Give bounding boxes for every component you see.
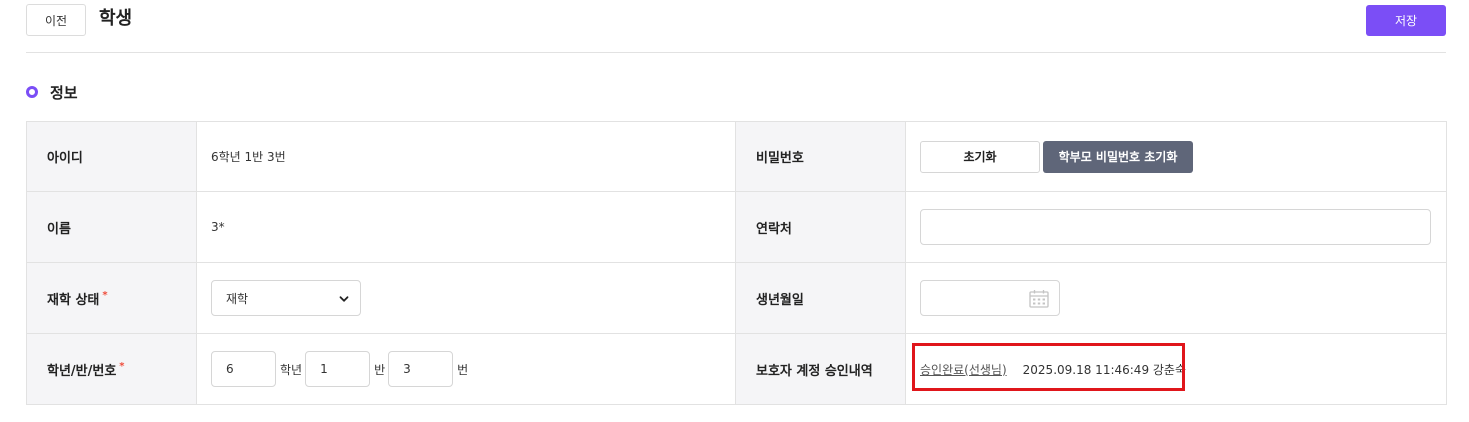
- grade-label: 학년/반/번호: [47, 363, 117, 379]
- prev-button[interactable]: 이전: [26, 4, 86, 36]
- table-row: 학년/반/번호 * 6 학년 1 반 3 번 보호자 계정 승인내역 승인완료(선…: [26, 333, 1447, 405]
- reset-parent-password-button[interactable]: 학부모 비밀번호 초기화: [1043, 140, 1193, 173]
- grade-unit: 학년: [280, 362, 303, 377]
- ring-icon: [26, 86, 38, 98]
- number-unit: 번: [457, 362, 469, 377]
- page-title: 학생: [99, 8, 133, 29]
- grade-label-cell: 학년/반/번호 *: [26, 333, 197, 405]
- required-mark: *: [102, 290, 108, 302]
- id-value: 6학년 1반 3번: [196, 121, 736, 192]
- status-cell: 재학: [196, 262, 736, 334]
- section-header: 정보: [26, 80, 78, 104]
- chevron-down-icon: [339, 296, 349, 302]
- status-label: 재학 상태: [47, 292, 100, 308]
- contact-cell: [905, 191, 1447, 263]
- number-input[interactable]: 3: [388, 351, 454, 387]
- birth-cell: [905, 262, 1447, 334]
- contact-label: 연락처: [735, 191, 906, 263]
- section-title: 정보: [50, 83, 78, 102]
- id-label: 아이디: [26, 121, 197, 192]
- birth-date-input[interactable]: [920, 280, 1060, 316]
- save-button[interactable]: 저장: [1366, 5, 1446, 36]
- student-info-table: 아이디 6학년 1반 3번 비밀번호 초기화 학부모 비밀번호 초기화 이름 3*…: [26, 121, 1447, 405]
- top-bar: 이전 학생 저장: [26, 0, 1446, 53]
- class-input[interactable]: 1: [305, 351, 371, 387]
- grade-inputs: 6 학년 1 반 3 번: [211, 351, 735, 387]
- approval-label: 보호자 계정 승인내역: [735, 333, 906, 405]
- status-select[interactable]: 재학: [211, 280, 361, 316]
- birth-label: 생년월일: [735, 262, 906, 334]
- table-row: 이름 3* 연락처: [26, 191, 1447, 263]
- calendar-icon: [1029, 290, 1049, 308]
- password-cell: 초기화 학부모 비밀번호 초기화: [905, 121, 1447, 192]
- class-unit: 반: [374, 362, 386, 377]
- table-row: 재학 상태 * 재학 생년월일: [26, 262, 1447, 334]
- status-selected-value: 재학: [226, 291, 249, 306]
- required-mark: *: [119, 361, 125, 373]
- grade-cell: 6 학년 1 반 3 번: [196, 333, 736, 405]
- reset-password-button[interactable]: 초기화: [920, 140, 1040, 173]
- name-label: 이름: [26, 191, 197, 263]
- password-label: 비밀번호: [735, 121, 906, 192]
- status-label-cell: 재학 상태 *: [26, 262, 197, 334]
- approval-highlight-box: [912, 343, 1185, 391]
- grade-input[interactable]: 6: [211, 351, 276, 387]
- contact-input[interactable]: [920, 209, 1431, 245]
- table-row: 아이디 6학년 1반 3번 비밀번호 초기화 학부모 비밀번호 초기화: [26, 121, 1447, 192]
- name-value: 3*: [196, 191, 736, 263]
